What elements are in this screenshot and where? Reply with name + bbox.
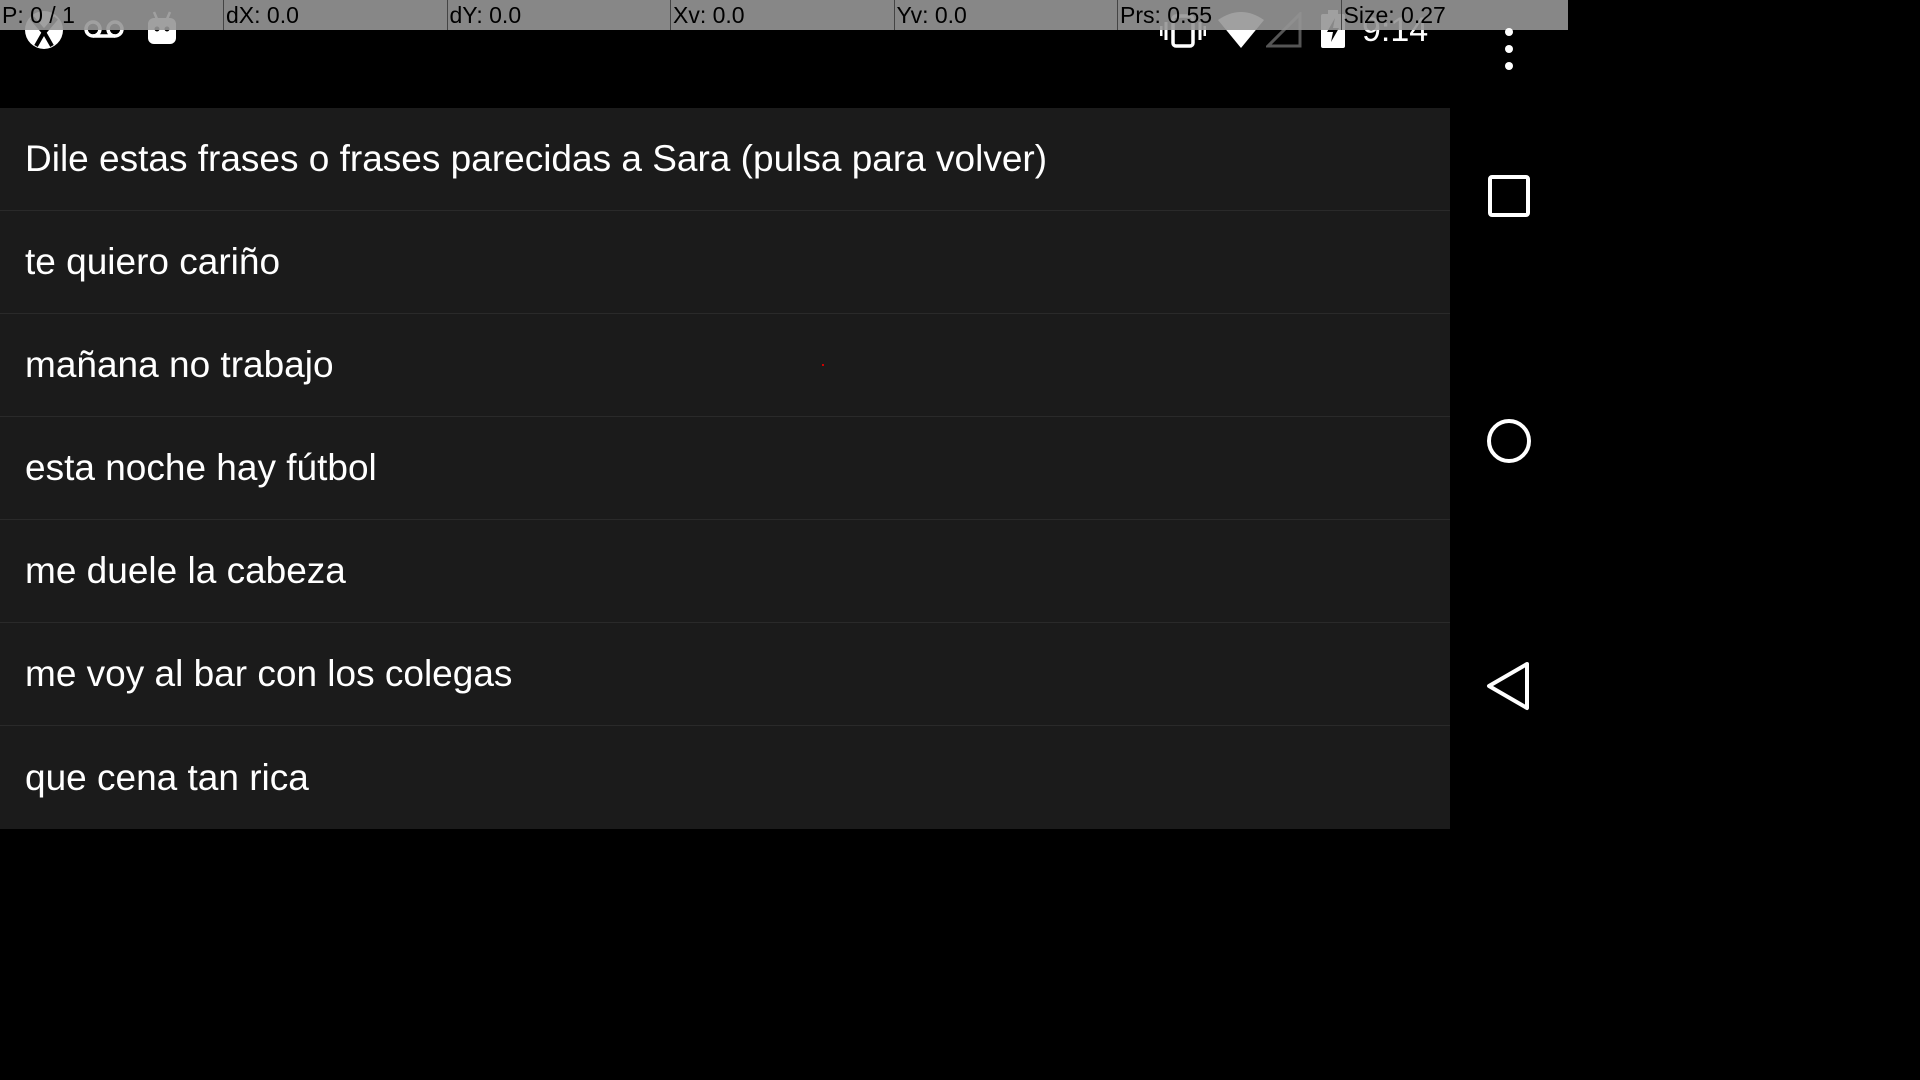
debug-yv: Yv: 0.0: [893, 0, 1118, 30]
pointer-location-overlay: P: 0 / 1 dX: 0.0 dY: 0.0 Xv: 0.0 Yv: 0.0…: [0, 0, 1568, 30]
phrase-item[interactable]: esta noche hay fútbol: [0, 417, 1450, 520]
phrase-item[interactable]: que cena tan rica: [0, 726, 1450, 829]
debug-dy: dY: 0.0: [446, 0, 671, 30]
phrase-item[interactable]: te quiero cariño: [0, 211, 1450, 314]
debug-pressure: Prs: 0.55: [1117, 0, 1341, 30]
phrase-item[interactable]: me voy al bar con los colegas: [0, 623, 1450, 726]
overflow-dot: [1505, 28, 1513, 36]
list-header-item[interactable]: Dile estas frases o frases parecidas a S…: [0, 108, 1450, 211]
recent-apps-icon[interactable]: [1483, 170, 1535, 222]
phrase-list: Dile estas frases o frases parecidas a S…: [0, 108, 1450, 829]
touch-point-marker: [822, 364, 824, 366]
debug-size-label: Size: 0.27: [1343, 2, 1446, 28]
phrase-item[interactable]: me duele la cabeza: [0, 520, 1450, 623]
home-icon[interactable]: [1483, 415, 1535, 467]
navigation-bar: [1450, 108, 1568, 882]
debug-size: Size: 0.27: [1340, 0, 1565, 30]
phrase-item[interactable]: mañana no trabajo: [0, 314, 1450, 417]
back-icon[interactable]: [1483, 660, 1535, 712]
overflow-dot: [1505, 62, 1513, 70]
overflow-dot: [1505, 45, 1513, 53]
screen: 9:14 P: 0 / 1 dX: 0.0 dY: 0.0 Xv: 0.0 Yv…: [0, 0, 1568, 882]
debug-xv: Xv: 0.0: [670, 0, 894, 30]
debug-pointer: P: 0 / 1: [2, 2, 75, 28]
debug-dx: dX: 0.0: [223, 0, 447, 30]
overflow-menu-icon[interactable]: [1489, 24, 1529, 74]
debug-pressure-label: Prs: 0.55: [1120, 2, 1213, 28]
